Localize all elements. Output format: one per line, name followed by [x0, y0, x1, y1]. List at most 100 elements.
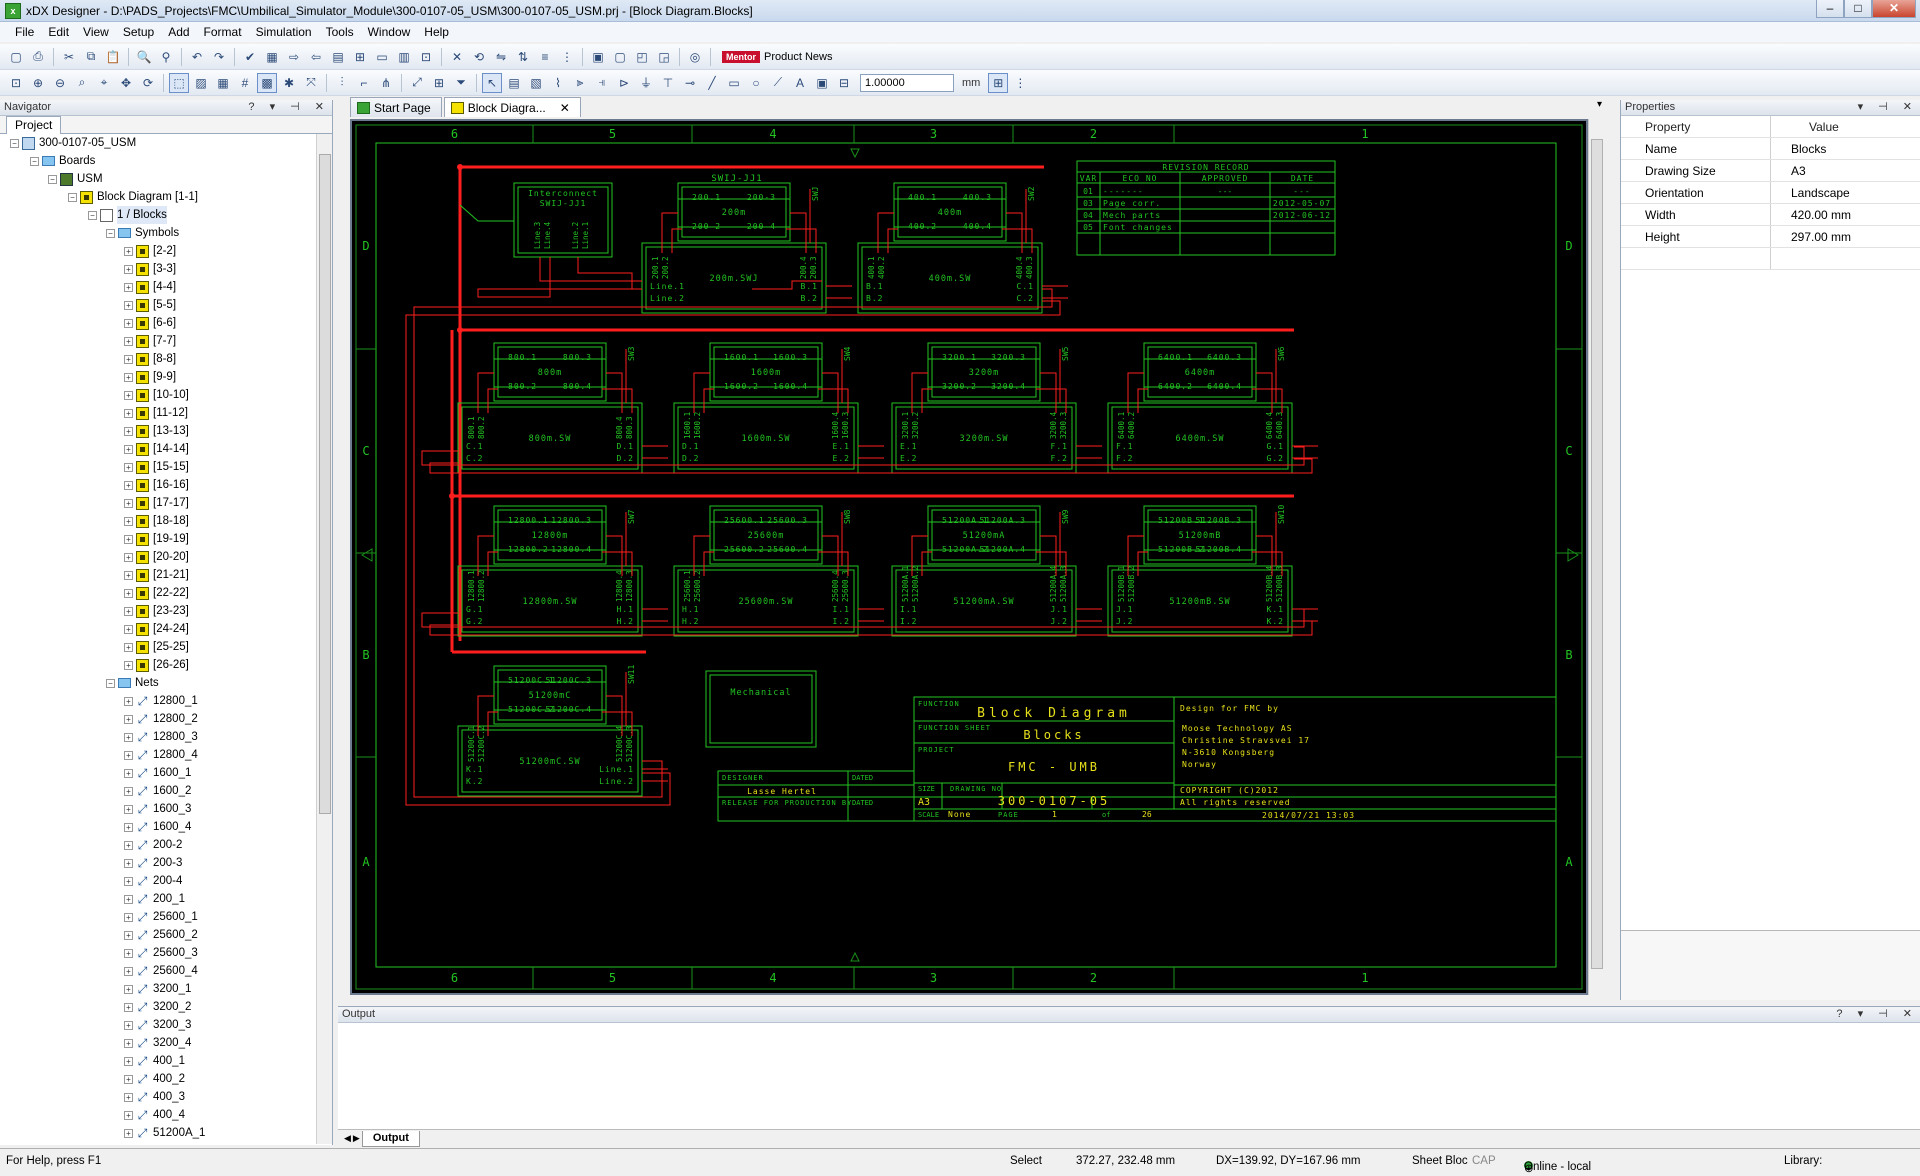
group-icon[interactable]: ▣	[588, 47, 608, 67]
grid-settings-icon[interactable]: ⋮	[1010, 73, 1030, 93]
add-line-icon[interactable]: ╱	[702, 73, 722, 93]
forward-icon[interactable]: ⇨	[284, 47, 304, 67]
align-icon[interactable]: ≡	[535, 47, 555, 67]
tree-symbol[interactable]: + [21-21]	[0, 566, 316, 584]
tab-scroll-right-icon[interactable]: ▶	[353, 1133, 360, 1144]
tab-list-icon[interactable]: ▾	[1597, 99, 1602, 110]
add-ripper-icon[interactable]: ⫣	[592, 73, 612, 93]
cross-probe-icon[interactable]: ⤧	[301, 73, 321, 93]
tree-symbol[interactable]: + [3-3]	[0, 260, 316, 278]
tab-project[interactable]: Project	[6, 116, 62, 134]
tree-project[interactable]: − 300-0107-05_USM	[0, 134, 316, 152]
tree-net[interactable]: + ⤢ 25600_1	[0, 908, 316, 926]
undo-icon[interactable]: ↶	[187, 47, 207, 67]
tab-scroll-left-icon[interactable]: ◀	[344, 1133, 351, 1144]
flip-icon[interactable]: ⇅	[513, 47, 533, 67]
funnel-icon[interactable]: ⏷	[451, 73, 471, 93]
place-icon[interactable]: ⤢	[407, 73, 427, 93]
tree-symbol[interactable]: + [22-22]	[0, 584, 316, 602]
backward-icon[interactable]: ⇦	[306, 47, 326, 67]
add-offpage-icon[interactable]: ⊸	[680, 73, 700, 93]
tree-net[interactable]: + ⤢ 400_3	[0, 1088, 316, 1106]
panel-controls[interactable]: ? ▾ ⊣ ✕	[1836, 1007, 1920, 1022]
menu-edit[interactable]: Edit	[41, 22, 76, 42]
property-row-drawing-size[interactable]: Drawing Size A3	[1621, 160, 1920, 182]
tree-symbol[interactable]: + [14-14]	[0, 440, 316, 458]
tree-symbol[interactable]: + [19-19]	[0, 530, 316, 548]
tab-start-page[interactable]: Start Page	[350, 97, 442, 117]
bring-front-icon[interactable]: ◰	[632, 47, 652, 67]
menu-add[interactable]: Add	[161, 22, 196, 42]
highlight-icon[interactable]: ✱	[279, 73, 299, 93]
zoom-input[interactable]: 1.00000	[860, 73, 954, 92]
project-tree[interactable]: − 300-0107-05_USM − Boards − USM − Block…	[0, 134, 316, 1144]
menu-tools[interactable]: Tools	[319, 22, 361, 42]
send-back-icon[interactable]: ◲	[654, 47, 674, 67]
tree-net[interactable]: + ⤢ 200-3	[0, 854, 316, 872]
add-text-icon[interactable]: A	[790, 73, 810, 93]
cut-icon[interactable]: ✂	[59, 47, 79, 67]
zoom-out-icon[interactable]: ⊖	[50, 73, 70, 93]
minimize-button[interactable]: –	[1816, 0, 1844, 18]
tree-symbol[interactable]: + [9-9]	[0, 368, 316, 386]
menu-format[interactable]: Format	[197, 22, 249, 42]
menu-view[interactable]: View	[76, 22, 116, 42]
tree-net[interactable]: + ⤢ 3200_2	[0, 998, 316, 1016]
tree-net[interactable]: + ⤢ 1600_4	[0, 818, 316, 836]
tree-net[interactable]: + ⤢ 3200_3	[0, 1016, 316, 1034]
add-net-icon[interactable]: ⌇	[548, 73, 568, 93]
tree-net[interactable]: + ⤢ 12800_1	[0, 692, 316, 710]
tree-net[interactable]: + ⤢ 25600_2	[0, 926, 316, 944]
menu-help[interactable]: Help	[417, 22, 456, 42]
tree-symbol[interactable]: + [26-26]	[0, 656, 316, 674]
add-symbol-icon[interactable]: ▤	[504, 73, 524, 93]
snap-icon[interactable]: ▩	[257, 72, 277, 93]
tree-symbol[interactable]: + [6-6]	[0, 314, 316, 332]
tree-net[interactable]: + ⤢ 12800_2	[0, 710, 316, 728]
web-icon[interactable]: ◎	[685, 47, 705, 67]
tree-boards[interactable]: − Boards	[0, 152, 316, 170]
paste-icon[interactable]: 📋	[103, 47, 123, 67]
tree-symbol[interactable]: + [8-8]	[0, 350, 316, 368]
tree-symbol[interactable]: + [24-24]	[0, 620, 316, 638]
tree-symbol[interactable]: + [25-25]	[0, 638, 316, 656]
zoom-fit-icon[interactable]: ⊡	[6, 73, 26, 93]
add-bus-icon[interactable]: ⫸	[570, 73, 590, 93]
tree-nets[interactable]: − Nets	[0, 674, 316, 692]
print-icon[interactable]: ⎙	[28, 47, 48, 67]
tree-net[interactable]: + ⤢ 25600_3	[0, 944, 316, 962]
tree-symbol[interactable]: + [23-23]	[0, 602, 316, 620]
zoom-icon[interactable]: 🔍	[134, 47, 154, 67]
sheet-icon[interactable]: ▭	[372, 47, 392, 67]
new-icon[interactable]: ▢	[6, 47, 26, 67]
tree-sheet-blocks[interactable]: − 1 / Blocks	[0, 206, 316, 224]
zoom-prev-icon[interactable]: ⌖	[94, 73, 114, 93]
ungroup-icon[interactable]: ▢	[610, 47, 630, 67]
panel-controls[interactable]: ▾ ⊣ ✕	[1858, 100, 1920, 115]
refresh-icon[interactable]: ⟳	[138, 73, 158, 93]
tree-net[interactable]: + ⤢ 51200A_1	[0, 1124, 316, 1142]
close-button[interactable]: ✕	[1872, 0, 1916, 18]
add-block-icon[interactable]: ▧	[526, 73, 546, 93]
add-image-icon[interactable]: ▣	[812, 73, 832, 93]
tree-net[interactable]: + ⤢ 1600_1	[0, 764, 316, 782]
tree-symbol[interactable]: + [18-18]	[0, 512, 316, 530]
property-row-name[interactable]: Name Blocks	[1621, 138, 1920, 160]
distribute-icon[interactable]: ⋮	[557, 47, 577, 67]
find-icon[interactable]: ⚲	[156, 47, 176, 67]
grid-icon[interactable]: #	[235, 73, 255, 93]
delete-icon[interactable]: ✕	[447, 47, 467, 67]
add-ground-icon[interactable]: ⏚	[636, 73, 656, 93]
tree-net[interactable]: + ⤢ 200_1	[0, 890, 316, 908]
hierarchy-icon[interactable]: ⊞	[350, 47, 370, 67]
property-row-width[interactable]: Width 420.00 mm	[1621, 204, 1920, 226]
tree-symbol[interactable]: + [2-2]	[0, 242, 316, 260]
tree-symbol[interactable]: + [4-4]	[0, 278, 316, 296]
property-row-orientation[interactable]: Orientation Landscape	[1621, 182, 1920, 204]
tree-symbol[interactable]: + [10-10]	[0, 386, 316, 404]
add-port-icon[interactable]: ⊳	[614, 73, 634, 93]
tree-net[interactable]: + ⤢ 400_4	[0, 1106, 316, 1124]
rotate-icon[interactable]: ⟲	[469, 47, 489, 67]
add-circle-icon[interactable]: ○	[746, 73, 766, 93]
tree-symbols[interactable]: − Symbols	[0, 224, 316, 242]
